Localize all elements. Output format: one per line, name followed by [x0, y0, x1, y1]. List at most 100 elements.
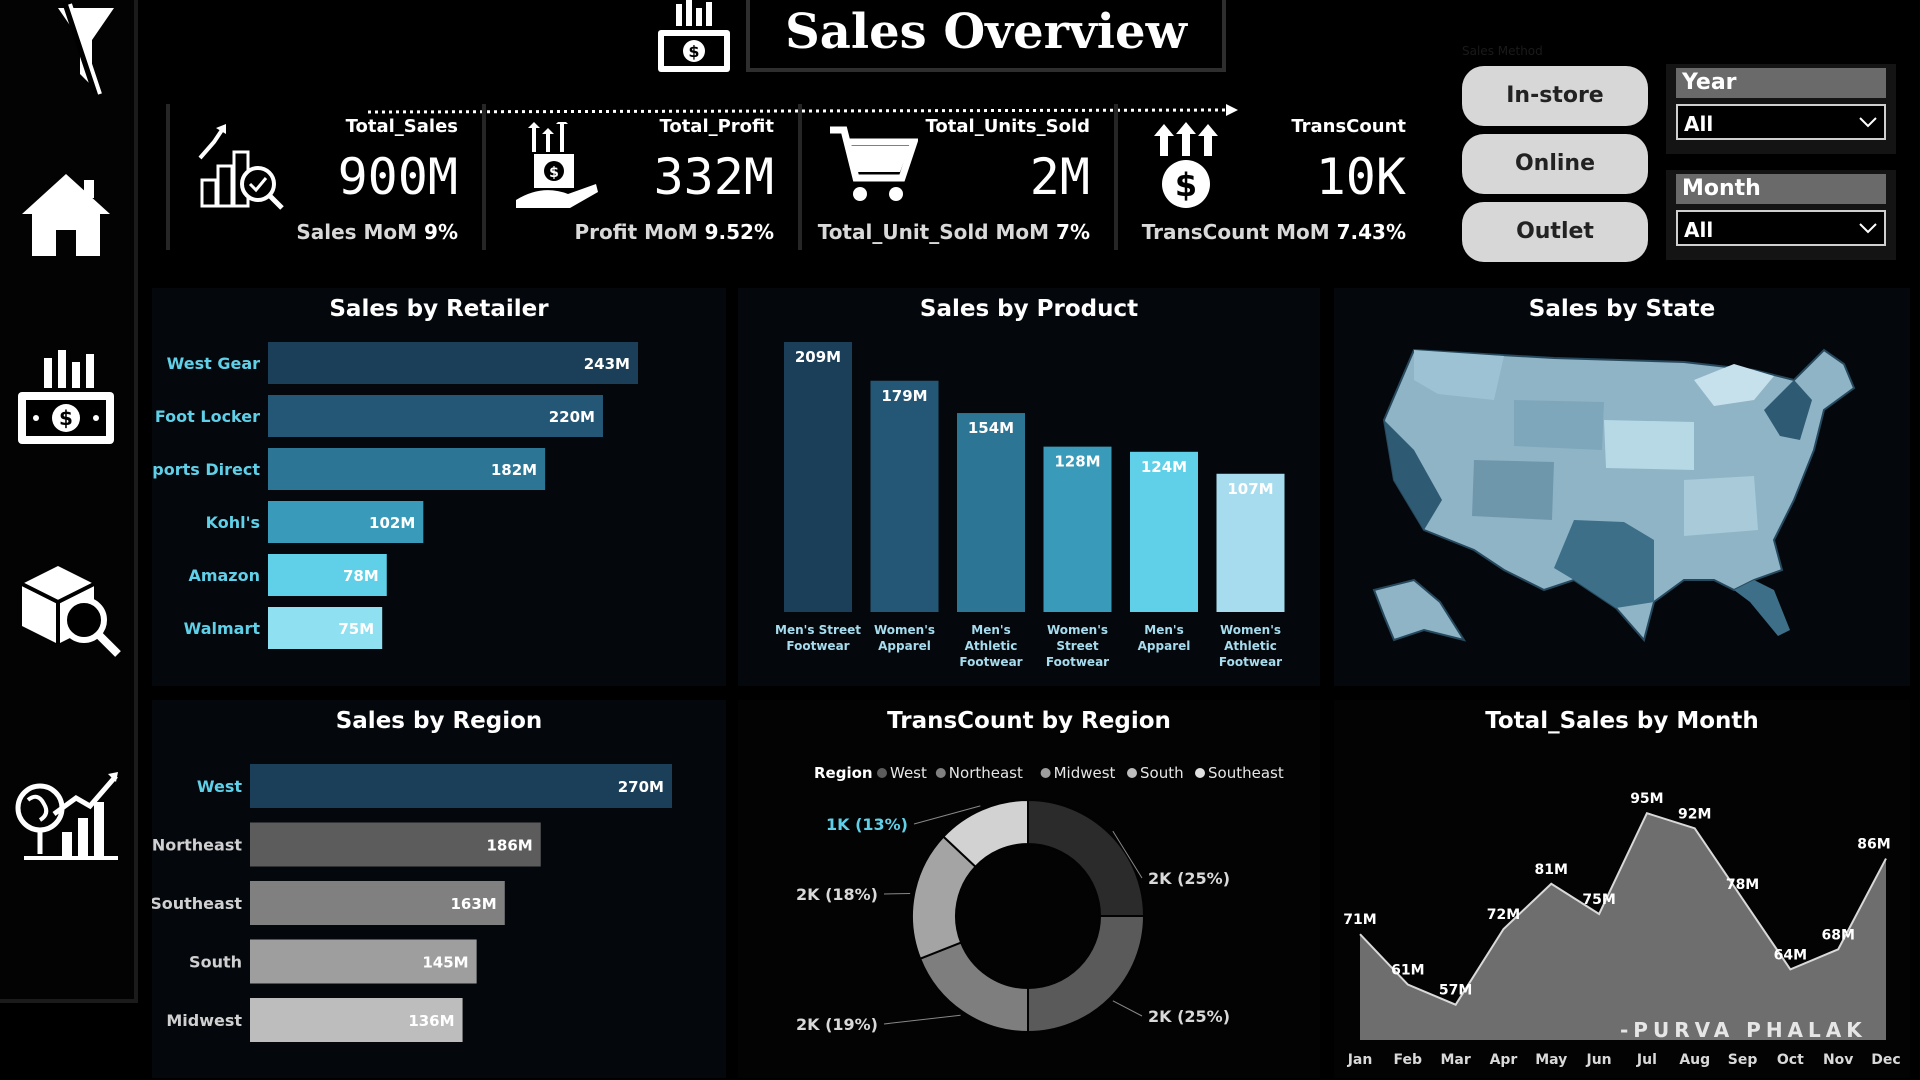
month-tick-label: Nov	[1823, 1052, 1853, 1068]
month-data-label: 81M	[1535, 862, 1568, 878]
kpi-mom: Profit MoM 9.52%	[574, 220, 774, 244]
page-title: Sales Overview	[785, 4, 1187, 60]
nav-sales-button[interactable]: $	[14, 350, 118, 454]
kpi-value: 10K	[1315, 148, 1406, 206]
donut-legend-title: Region	[814, 764, 873, 782]
region-category-label: Southeast	[152, 894, 242, 913]
product-data-label: 124M	[1141, 458, 1187, 476]
nav-home-button[interactable]	[14, 166, 118, 270]
method-outlet-button[interactable]: Outlet	[1462, 202, 1648, 262]
month-data-label: 95M	[1630, 791, 1663, 807]
retailer-data-label: 102M	[369, 514, 415, 532]
product-bar[interactable]	[1043, 446, 1112, 612]
donut-legend-item[interactable]: South	[1140, 764, 1184, 782]
retailer-category-label: Walmart	[184, 619, 261, 638]
chevron-down-icon	[1859, 223, 1877, 234]
month-dropdown[interactable]: All	[1676, 210, 1886, 246]
product-search-icon	[21, 566, 121, 657]
product-data-label: 209M	[795, 348, 841, 366]
donut-data-label: 2K (25%)	[1148, 869, 1230, 888]
product-data-label: 128M	[1054, 453, 1100, 471]
method-online-button[interactable]: Online	[1462, 134, 1648, 194]
product-data-label: 179M	[881, 387, 927, 405]
sales-money-icon: $	[18, 350, 114, 444]
retailer-data-label: 75M	[338, 620, 374, 638]
year-dropdown-value: All	[1684, 112, 1714, 136]
donut-data-label: 1K (13%)	[826, 815, 908, 834]
svg-text:$: $	[688, 42, 699, 61]
kpi-value: 900M	[337, 148, 458, 206]
retailer-category-label: Amazon	[188, 566, 260, 585]
donut-legend-item[interactable]: Northeast	[949, 764, 1023, 782]
month-tick-label: Mar	[1440, 1052, 1470, 1068]
product-bar[interactable]	[870, 380, 939, 612]
author-signature: -PURVA PHALAK	[1620, 1018, 1867, 1042]
region-chart-panel: Sales by Region West 270M Northeast 186M Sou…	[152, 700, 726, 1078]
month-tick-label: Sep	[1728, 1052, 1758, 1068]
donut-legend-marker	[877, 768, 887, 778]
retailer-data-label: 182M	[491, 461, 537, 479]
state-map-title: Sales by State	[1528, 296, 1716, 322]
kpi-value: 332M	[653, 148, 774, 206]
donut-leader-line	[883, 1014, 961, 1025]
year-dropdown[interactable]: All	[1676, 104, 1886, 140]
kpi-mom-value: 9%	[424, 220, 458, 244]
donut-legend-item[interactable]: Midwest	[1054, 764, 1116, 782]
month-tick-label: Feb	[1394, 1052, 1423, 1068]
donut-legend-marker	[1127, 768, 1137, 778]
donut-data-label: 2K (25%)	[1148, 1007, 1230, 1026]
product-category-label: Men's Athletic Footwear	[959, 623, 1022, 669]
product-bar[interactable]	[957, 413, 1025, 612]
kpi-row: Total_Sales 900M Sales MoM 9% $ Total_Pr…	[166, 104, 1424, 250]
month-data-label: 86M	[1857, 837, 1890, 853]
product-category-label: Women's Street Footwear	[1046, 623, 1109, 669]
month-chart-title: Total_Sales by Month	[1485, 708, 1759, 734]
retailer-bar-chart: West Gear 243M Foot Locker 220M Sports Direc…	[152, 342, 638, 649]
transcount-chart-title: TransCount by Region	[887, 708, 1171, 734]
region-category-label: Midwest	[166, 1011, 242, 1030]
month-area-fill	[1360, 813, 1886, 1040]
title-money-icon: $	[652, 0, 734, 76]
region-category-label: West	[197, 777, 242, 796]
chevron-down-icon	[1859, 117, 1877, 128]
donut-legend-item[interactable]: West	[890, 764, 927, 782]
method-instore-button[interactable]: In-store	[1462, 66, 1648, 126]
donut-legend-marker	[1195, 768, 1205, 778]
sales-growth-icon	[198, 124, 284, 210]
globe-growth-icon	[15, 772, 118, 860]
month-slicer: Month All	[1666, 170, 1896, 260]
product-chart-panel: Sales by Product 209M Men's Street Footwea…	[738, 288, 1320, 686]
region-data-label: 270M	[618, 778, 664, 796]
product-bar[interactable]	[1130, 451, 1198, 612]
product-data-label: 107M	[1227, 480, 1273, 498]
month-tick-label: Aug	[1679, 1052, 1710, 1068]
month-slicer-label: Month	[1676, 174, 1886, 204]
kpi-mom: Total_Unit_Sold MoM 7%	[818, 220, 1090, 244]
retailer-data-label: 78M	[343, 567, 379, 585]
month-tick-label: Apr	[1490, 1052, 1518, 1068]
donut-slice[interactable]	[1027, 915, 1146, 1034]
region-bar[interactable]	[250, 764, 672, 808]
kpi-mom: Sales MoM 9%	[296, 220, 458, 244]
nav-region-button[interactable]	[14, 762, 118, 866]
retailer-chart-panel: Sales by Retailer West Gear 243M Foot Lock…	[152, 288, 726, 686]
kpi-mom-label: Sales MoM	[296, 220, 418, 244]
svg-text:$: $	[1175, 166, 1197, 204]
donut-data-label: 2K (19%)	[796, 1015, 878, 1034]
donut-slice[interactable]	[918, 941, 1029, 1034]
clear-filters-button[interactable]	[14, 0, 118, 104]
transcount-chart-panel: TransCount by Region Region West Northeast…	[738, 700, 1320, 1078]
donut-slice[interactable]	[1027, 798, 1146, 917]
nav-product-button[interactable]	[14, 558, 121, 662]
donut-legend-marker	[1040, 768, 1051, 778]
month-data-label: 64M	[1774, 947, 1807, 963]
retailer-bar[interactable]	[268, 342, 638, 384]
region-category-label: South	[189, 953, 242, 972]
cart-icon	[830, 126, 918, 201]
product-bar[interactable]	[784, 342, 852, 612]
kpi-card-transcount: $ TransCount 10K TransCount MoM 7.43%	[1114, 104, 1426, 250]
donut-legend-item[interactable]: Southeast	[1208, 764, 1284, 782]
state-map-panel: Sales by State	[1334, 288, 1910, 686]
product-category-label: Women's Athletic Footwear	[1219, 623, 1282, 669]
donut-legend: Region West Northeast Midwest South Southeast	[814, 764, 1284, 782]
